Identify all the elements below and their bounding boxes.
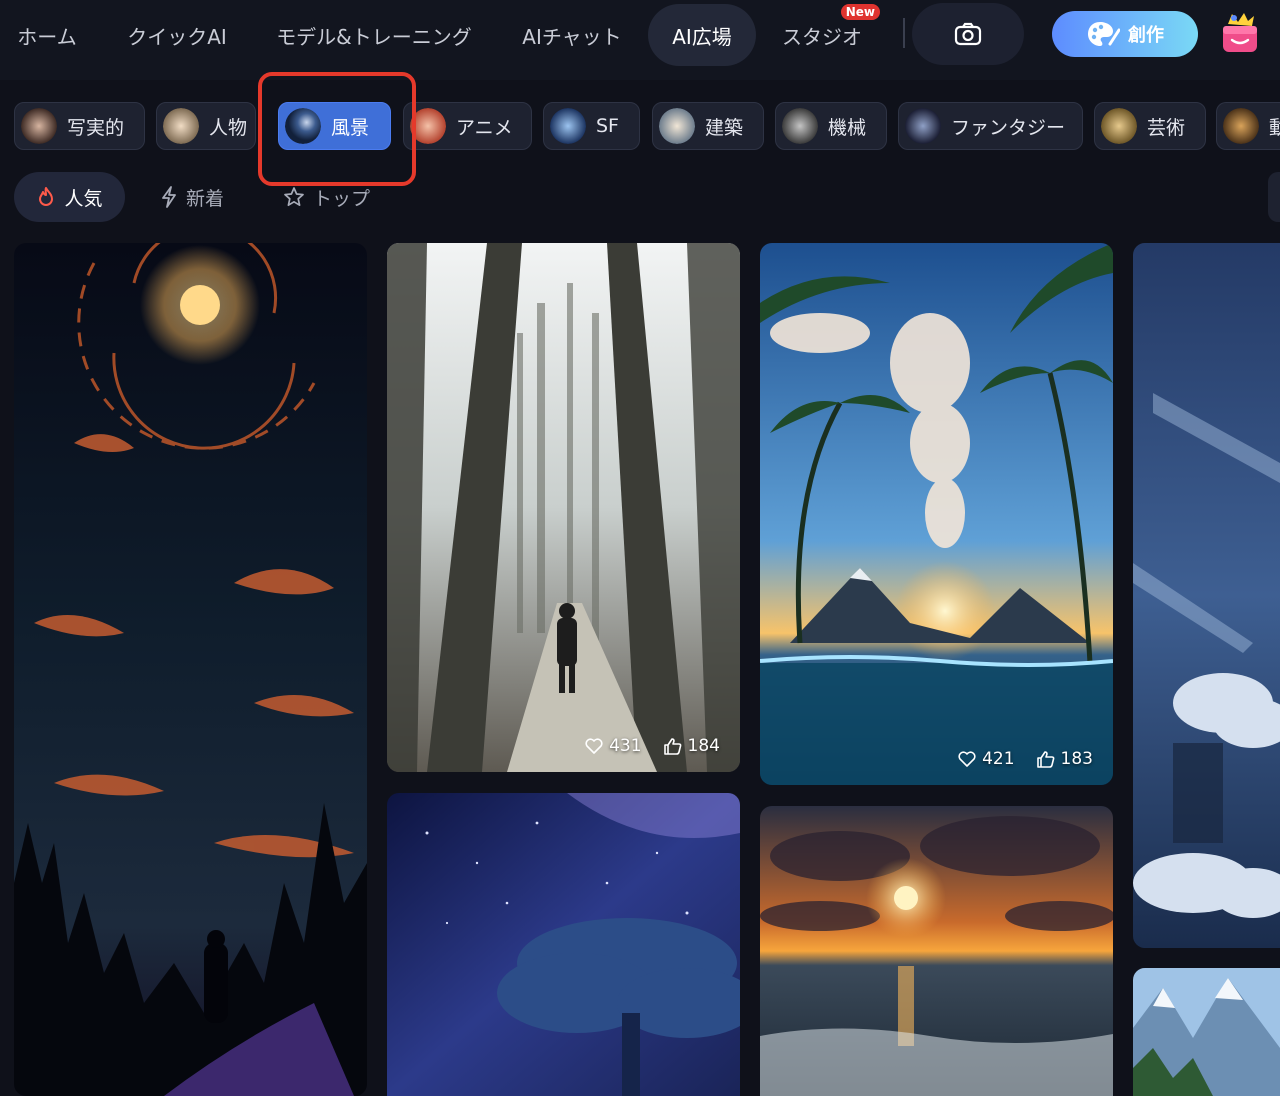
category-realistic-label: 写実的 <box>67 116 125 139</box>
category-people-label: 人物 <box>209 116 248 139</box>
architecture-thumbnail <box>659 108 695 144</box>
sort-new-label: 新着 <box>186 187 225 210</box>
nav-quick-ai-label: クイックAI <box>127 24 227 49</box>
top-nav: ホーム クイックAI モデル&トレーニング AIチャット AI広場 スタジオ N… <box>0 0 1280 80</box>
gift-box-icon[interactable] <box>1220 12 1260 54</box>
sort-top-label: トップ <box>313 187 371 210</box>
partial-control-right[interactable] <box>1268 172 1280 222</box>
category-mechanical[interactable]: 機械 <box>775 102 887 150</box>
camera-button[interactable] <box>912 3 1024 65</box>
category-animal-label: 動 <box>1269 113 1280 140</box>
likes-count: 431 <box>609 736 642 756</box>
category-anime[interactable]: アニメ <box>403 102 532 150</box>
realistic-thumbnail <box>21 108 57 144</box>
people-thumbnail <box>163 108 199 144</box>
mountains-image <box>1133 968 1280 1096</box>
create-button-label: 創作 <box>1128 25 1164 46</box>
tropical-sunset-image <box>760 243 1113 785</box>
thumbs-up-count: 184 <box>687 736 720 756</box>
thumbs-up-stat[interactable]: 184 <box>663 736 720 756</box>
nav-ai-plaza[interactable]: AI広場 <box>648 4 756 66</box>
nav-studio[interactable]: スタジオ New <box>770 0 880 70</box>
nav-home[interactable]: ホーム <box>6 0 88 70</box>
night-forest-image <box>14 243 367 1096</box>
card-stats: 431 184 <box>585 736 720 756</box>
starry-tree-image <box>387 793 740 1096</box>
lightning-icon <box>162 186 176 208</box>
sort-popular-label: 人気 <box>64 187 103 210</box>
card-stats: 421 183 <box>958 749 1093 769</box>
nav-ai-chat-label: AIチャット <box>522 24 622 49</box>
nav-divider <box>903 18 905 48</box>
animal-thumbnail <box>1223 108 1259 144</box>
category-anime-label: アニメ <box>456 116 513 139</box>
category-mechanical-label: 機械 <box>828 116 867 139</box>
category-art-label: 芸術 <box>1147 116 1186 139</box>
new-badge: New <box>840 4 880 20</box>
star-icon <box>284 187 304 207</box>
sf-thumbnail <box>550 108 586 144</box>
flame-icon <box>39 187 54 206</box>
forest-path-image <box>387 243 740 772</box>
thumbs-up-icon <box>1036 750 1054 768</box>
fantasy-thumbnail <box>905 108 941 144</box>
nav-home-label: ホーム <box>17 24 77 49</box>
camera-icon <box>954 22 982 46</box>
image-card-blue-sky[interactable] <box>1133 243 1280 948</box>
nav-ai-chat[interactable]: AIチャット <box>510 0 634 70</box>
category-fantasy-label: ファンタジー <box>951 116 1066 139</box>
category-fantasy[interactable]: ファンタジー <box>898 102 1083 150</box>
sort-new-tab[interactable]: 新着 <box>160 172 240 222</box>
nav-model-training-label: モデル&トレーニング <box>276 24 472 49</box>
mechanical-thumbnail <box>782 108 818 144</box>
heart-icon <box>958 751 976 767</box>
heart-icon <box>585 738 603 754</box>
category-architecture[interactable]: 建築 <box>652 102 764 150</box>
sort-popular-tab[interactable]: 人気 <box>14 172 125 222</box>
image-card-starry-tree[interactable] <box>387 793 740 1096</box>
image-card-mountains[interactable] <box>1133 968 1280 1096</box>
category-sf[interactable]: SF <box>543 102 640 150</box>
likes-stat[interactable]: 431 <box>585 736 642 756</box>
nav-quick-ai[interactable]: クイックAI <box>114 0 240 70</box>
art-thumbnail <box>1101 108 1137 144</box>
palette-icon <box>1088 22 1120 46</box>
image-card-ocean-sunset[interactable] <box>760 806 1113 1096</box>
thumbs-up-stat[interactable]: 183 <box>1036 749 1093 769</box>
create-button[interactable]: 創作 <box>1052 11 1198 57</box>
category-architecture-label: 建築 <box>705 116 744 139</box>
category-art[interactable]: 芸術 <box>1094 102 1206 150</box>
image-card-forest-path[interactable]: 431 184 <box>387 243 740 772</box>
category-animal[interactable]: 動 <box>1216 102 1280 150</box>
nav-model-training[interactable]: モデル&トレーニング <box>264 0 484 70</box>
image-card-night-sky[interactable] <box>14 243 367 1096</box>
nav-ai-plaza-label: AI広場 <box>672 24 732 49</box>
thumbs-up-icon <box>663 737 681 755</box>
image-card-tropical-sunset[interactable]: 421 183 <box>760 243 1113 785</box>
nav-studio-label: スタジオ <box>782 24 862 49</box>
ocean-sunset-image <box>760 806 1113 1096</box>
thumbs-up-count: 183 <box>1060 749 1093 769</box>
likes-stat[interactable]: 421 <box>958 749 1015 769</box>
category-realistic[interactable]: 写実的 <box>14 102 145 150</box>
likes-count: 421 <box>982 749 1015 769</box>
blue-sky-image <box>1133 243 1280 948</box>
sort-top-tab[interactable]: トップ <box>283 172 383 222</box>
category-people[interactable]: 人物 <box>156 102 256 150</box>
category-sf-label: SF <box>596 115 619 137</box>
selection-highlight-box <box>258 72 416 186</box>
